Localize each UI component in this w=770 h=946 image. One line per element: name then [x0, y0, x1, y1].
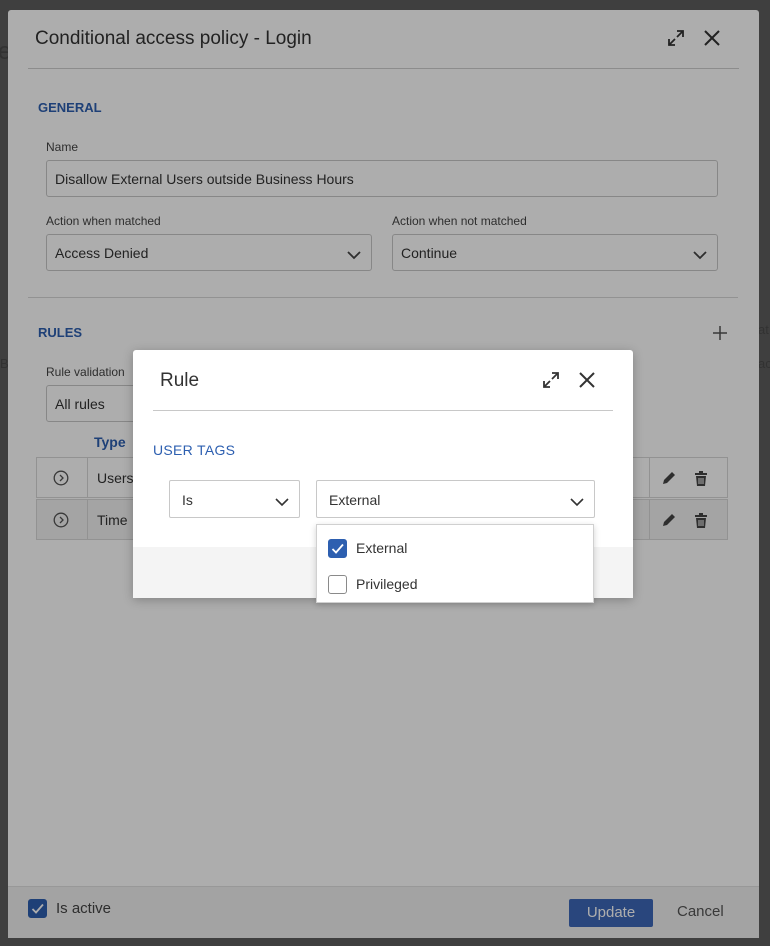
privileged-checkbox[interactable]: [328, 575, 347, 594]
user-tag-select[interactable]: External: [316, 480, 595, 518]
option-label: Privileged: [356, 576, 418, 592]
chevron-down-icon: [275, 494, 289, 510]
external-checkbox[interactable]: [328, 539, 347, 558]
operator-select[interactable]: Is: [169, 480, 300, 518]
option-label: External: [356, 540, 408, 556]
rule-modal-title: Rule: [160, 370, 200, 391]
expand-icon[interactable]: [541, 370, 561, 390]
user-tag-value: External: [329, 492, 381, 508]
operator-value: Is: [182, 492, 193, 508]
close-icon[interactable]: [577, 370, 597, 390]
chevron-down-icon: [570, 494, 584, 510]
user-tag-dropdown: External Privileged: [316, 524, 594, 603]
user-tags-label: USER TAGS: [153, 442, 236, 458]
rule-modal-divider: [153, 410, 613, 411]
